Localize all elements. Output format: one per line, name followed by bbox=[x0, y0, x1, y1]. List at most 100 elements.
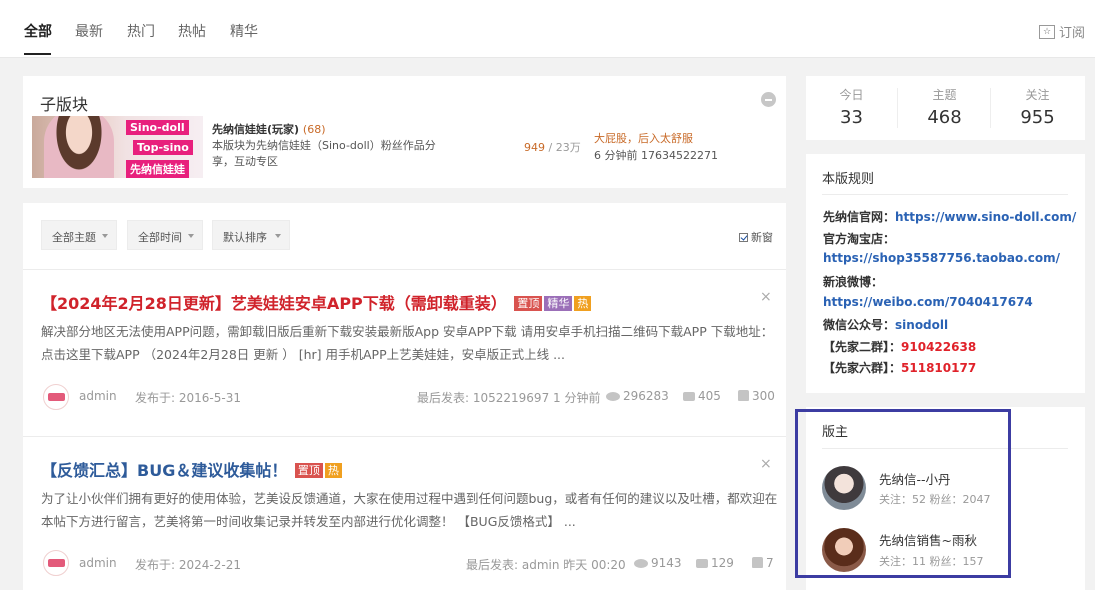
subscribe-button[interactable]: ☆ 订阅 bbox=[1038, 22, 1085, 41]
stat-value: 955 bbox=[1020, 107, 1055, 128]
post-title-link[interactable]: 【2024年2月28日更新】艺美娃娃安卓APP下载（需卸载重装） 置顶 精华热 bbox=[41, 290, 592, 314]
rule-label: 先纳信官网： bbox=[823, 210, 896, 224]
new-window-toggle[interactable]: 新窗 bbox=[739, 229, 773, 245]
wechat-value: sinodoll bbox=[895, 318, 949, 332]
hot-badge: 热 bbox=[574, 296, 592, 311]
stat-value: 468 bbox=[927, 107, 962, 128]
author-name[interactable]: admin bbox=[79, 556, 117, 570]
active-tab-indicator bbox=[24, 53, 51, 55]
post-date: 发布于: 2016-5-31 bbox=[135, 391, 241, 405]
post-date: 发布于: 2024-2-21 bbox=[135, 558, 241, 572]
subforum-name: 先纳信娃娃(玩家) bbox=[212, 123, 300, 136]
banner-text-1: Sino-doll bbox=[126, 120, 189, 135]
hot-badge: 热 bbox=[324, 463, 342, 478]
tab-popular[interactable]: 热门 bbox=[127, 21, 155, 41]
tab-latest[interactable]: 最新 bbox=[75, 21, 103, 41]
divider bbox=[822, 194, 1068, 195]
subforum-name-link[interactable]: 先纳信娃娃(玩家) (68) bbox=[212, 121, 326, 137]
stat-label: 关注 bbox=[1025, 88, 1050, 102]
rule-label: 【先家六群】： bbox=[823, 361, 902, 375]
subforum-last-post-link[interactable]: 大屁股，后入太舒服 bbox=[594, 130, 693, 146]
filter-default-sort[interactable]: 默认排序 bbox=[212, 220, 290, 250]
subforum-last-post-time: 6 分钟前 17634522271 bbox=[594, 149, 718, 162]
reply-count: 129 bbox=[696, 556, 734, 570]
author-avatar[interactable] bbox=[43, 550, 69, 576]
collapse-icon[interactable] bbox=[761, 92, 776, 107]
stat-today: 今日 33 bbox=[805, 86, 898, 128]
close-icon[interactable]: × bbox=[760, 456, 772, 472]
reply-count-value: 129 bbox=[711, 556, 734, 570]
post-excerpt: 解决部分地区无法使用APP问题，需卸载旧版后重新下载安装最新版App 安卓APP… bbox=[41, 324, 774, 362]
banner-text-2: Top-sino bbox=[133, 140, 193, 155]
pinned-badge: 置顶 bbox=[294, 463, 323, 478]
tab-featured[interactable]: 精华 bbox=[230, 21, 258, 41]
stat-value: 33 bbox=[840, 107, 863, 128]
filter-all-topics[interactable]: 全部主题 bbox=[41, 220, 117, 250]
reply-count-value: 405 bbox=[698, 389, 721, 403]
tab-hot-threads[interactable]: 热帖 bbox=[178, 21, 206, 41]
divider bbox=[23, 436, 786, 437]
stat-topics: 主题 468 bbox=[898, 86, 991, 128]
subforum-heading: 子版块 bbox=[40, 95, 89, 114]
view-count-value: 9143 bbox=[651, 556, 682, 570]
subforum-description: 本版块为先纳信娃娃（Sino-doll）粉丝作品分享，互动专区 bbox=[212, 139, 436, 168]
stat-followers: 关注 955 bbox=[991, 86, 1084, 128]
comment-icon bbox=[696, 559, 708, 568]
rule-wechat: 微信公众号：sinodoll bbox=[823, 316, 948, 333]
close-icon[interactable]: × bbox=[760, 289, 772, 305]
last-post-info: 最后发表: admin 昨天 00:20 bbox=[466, 558, 626, 572]
thumbs-up-icon bbox=[738, 390, 749, 401]
rule-weibo-label: 新浪微博： bbox=[823, 275, 884, 289]
group-6-number: 511810177 bbox=[901, 361, 977, 375]
like-count: 7 bbox=[752, 556, 774, 570]
taobao-link[interactable]: https://shop35587756.taobao.com/ bbox=[823, 251, 1060, 265]
rule-group-6: 【先家六群】：511810177 bbox=[823, 359, 976, 376]
comment-icon bbox=[683, 392, 695, 401]
subforum-new-count: (68) bbox=[302, 123, 326, 136]
author-avatar[interactable] bbox=[43, 384, 69, 410]
author-name[interactable]: admin bbox=[79, 389, 117, 403]
subforum-thread-count: 949 bbox=[524, 141, 545, 154]
pinned-badge: 置顶 bbox=[514, 296, 543, 311]
reply-count: 405 bbox=[683, 389, 721, 403]
weibo-link[interactable]: https://weibo.com/7040417674 bbox=[823, 295, 1033, 309]
subforum-stats: 949 / 23万 bbox=[524, 139, 581, 155]
new-window-label: 新窗 bbox=[751, 231, 773, 244]
group-2-number: 910422638 bbox=[901, 340, 977, 354]
stat-label: 主题 bbox=[932, 88, 957, 102]
post-title-text: 【反馈汇总】BUG＆建议收集帖！ bbox=[41, 461, 288, 480]
view-count: 296283 bbox=[606, 389, 669, 403]
rule-label: 【先家二群】： bbox=[823, 340, 902, 354]
post-excerpt: 为了让小伙伴们拥有更好的使用体验，艺美设反馈通道，大家在使用过程中遇到任何问题b… bbox=[41, 491, 778, 529]
rule-label: 微信公众号： bbox=[823, 318, 896, 332]
post-title-link[interactable]: 【反馈汇总】BUG＆建议收集帖！ 置顶热 bbox=[41, 457, 342, 481]
like-count-value: 300 bbox=[752, 389, 775, 403]
subscribe-label: 订阅 bbox=[1058, 26, 1085, 41]
banner-text-3: 先纳信娃娃 bbox=[126, 160, 189, 178]
last-post-info: 最后发表: 1052219697 1 分钟前 bbox=[417, 391, 601, 405]
subscribe-icon: ☆ bbox=[1038, 24, 1055, 39]
rule-taobao-label: 官方淘宝店： bbox=[823, 232, 896, 246]
view-count-value: 296283 bbox=[623, 389, 669, 403]
moderators-highlight-box bbox=[795, 409, 1011, 578]
doll-figure-image bbox=[44, 116, 114, 178]
filter-all-time[interactable]: 全部时间 bbox=[127, 220, 203, 250]
view-count: 9143 bbox=[634, 556, 682, 570]
post-title-text: 【2024年2月28日更新】艺美娃娃安卓APP下载（需卸载重装） bbox=[41, 294, 507, 313]
divider bbox=[23, 269, 786, 270]
like-count: 300 bbox=[738, 389, 775, 403]
eye-icon bbox=[634, 559, 648, 568]
thumbs-up-icon bbox=[752, 557, 763, 568]
official-site-link[interactable]: https://www.sino-doll.com/ bbox=[895, 210, 1076, 224]
eye-icon bbox=[606, 392, 620, 401]
new-window-checkbox[interactable] bbox=[739, 232, 748, 242]
rule-official-site: 先纳信官网：https://www.sino-doll.com/ bbox=[823, 208, 1076, 225]
subforum-banner-image[interactable]: Sino-doll Top-sino 先纳信娃娃 bbox=[32, 116, 203, 178]
tab-all[interactable]: 全部 bbox=[24, 21, 52, 41]
like-count-value: 7 bbox=[766, 556, 774, 570]
stat-label: 今日 bbox=[839, 88, 864, 102]
rule-group-2: 【先家二群】：910422638 bbox=[823, 338, 976, 355]
subforum-post-count: / 23万 bbox=[548, 141, 581, 154]
subforum-card: 子版块 Sino-doll Top-sino 先纳信娃娃 先纳信娃娃(玩家) (… bbox=[23, 76, 786, 188]
top-tab-bar: 全部 最新 热门 热帖 精华 ☆ 订阅 bbox=[0, 0, 1095, 58]
